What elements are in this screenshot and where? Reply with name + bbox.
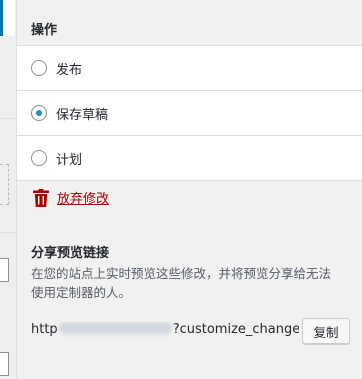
background-input[interactable] [0,352,9,376]
preview-link-suffix: ?customize_change [172,322,299,337]
option-schedule[interactable]: 计划 [17,136,362,181]
background-divider [0,118,16,119]
background-accent-bar [0,0,3,36]
option-publish[interactable]: 发布 [17,46,362,91]
background-divider [0,232,16,233]
status-options: 发布 保存草稿 计划 [17,45,362,181]
radio-save-draft[interactable] [31,105,47,121]
copy-button[interactable]: 复制 [302,318,350,344]
background-input[interactable] [0,258,9,282]
option-save-draft[interactable]: 保存草稿 [17,91,362,136]
discard-changes-link[interactable]: 放弃修改 [57,188,109,207]
radio-schedule[interactable] [31,150,47,166]
preview-link-prefix: http [31,322,58,337]
redacted-domain [58,322,172,334]
option-label: 计划 [56,152,83,168]
publish-settings-panel: 操作 发布 保存草稿 计划 放弃修改 分享预览链接 在您的站点上实时预览这些修改… [17,0,362,379]
radio-publish[interactable] [31,60,47,76]
share-preview-row: http ?customize_change 复制 [31,318,351,344]
panel-title: 操作 [31,23,58,38]
option-label: 保存草稿 [56,107,109,123]
trash-icon [33,188,49,207]
preview-link[interactable]: http ?customize_change [31,322,299,340]
option-label: 发布 [56,62,83,78]
share-preview-title: 分享预览链接 [31,246,110,261]
discard-changes-button[interactable]: 放弃修改 [33,188,109,207]
background-panel-edge [0,0,17,379]
background-dashed-box [0,164,9,205]
share-preview-description: 在您的站点上实时预览这些修改，并将预览分享给无法使用定制器的人。 [31,266,332,300]
